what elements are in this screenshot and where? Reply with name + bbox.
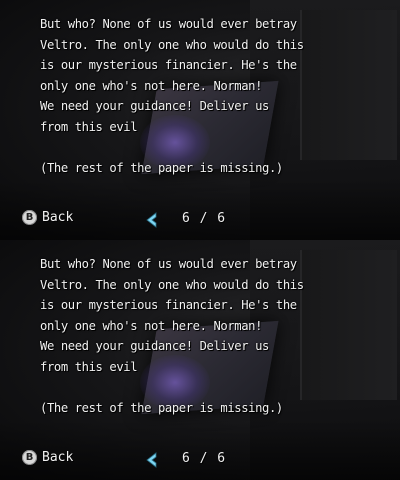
page-counter: 6 / 6 [182, 451, 227, 466]
chevron-left-icon[interactable] [143, 451, 161, 469]
text-line: (The rest of the paper is missing.) [40, 400, 283, 415]
top-screen: But who? None of us would ever betray Ve… [0, 0, 400, 240]
text-line: is our mysterious financier. He's the [40, 58, 297, 72]
b-button-icon: B [22, 450, 37, 465]
back-label: Back [42, 210, 74, 225]
back-button[interactable]: B Back [22, 210, 73, 225]
text-line: We need your guidance! Deliver us [40, 339, 269, 353]
footer-bar: B Back 6 / 6 [0, 208, 400, 232]
text-line: from this evil [40, 119, 138, 134]
document-text: But who? None of us would ever betray Ve… [40, 14, 360, 178]
text-line: only one who's not here. Norman! [40, 78, 262, 93]
text-line: But who? None of us would ever betray [40, 17, 297, 31]
text-line: Veltro. The only one who would do this [40, 37, 304, 52]
text-line: But who? None of us would ever betray [40, 257, 297, 271]
document-text: But who? None of us would ever betray Ve… [40, 254, 360, 418]
back-button[interactable]: B Back [22, 450, 73, 465]
footer-bar: B Back 6 / 6 [0, 448, 400, 472]
back-label: Back [42, 450, 74, 465]
text-line: (The rest of the paper is missing.) [40, 160, 283, 175]
text-line: is our mysterious financier. He's the [40, 298, 297, 312]
bottom-screen: But who? None of us would ever betray Ve… [0, 240, 400, 480]
page-counter: 6 / 6 [182, 211, 227, 226]
text-line: from this evil [40, 359, 138, 374]
text-line: We need your guidance! Deliver us [40, 99, 269, 113]
text-line: Veltro. The only one who would do this [40, 277, 304, 292]
text-line: only one who's not here. Norman! [40, 318, 262, 333]
b-button-icon: B [22, 210, 37, 225]
chevron-left-icon[interactable] [143, 211, 161, 229]
